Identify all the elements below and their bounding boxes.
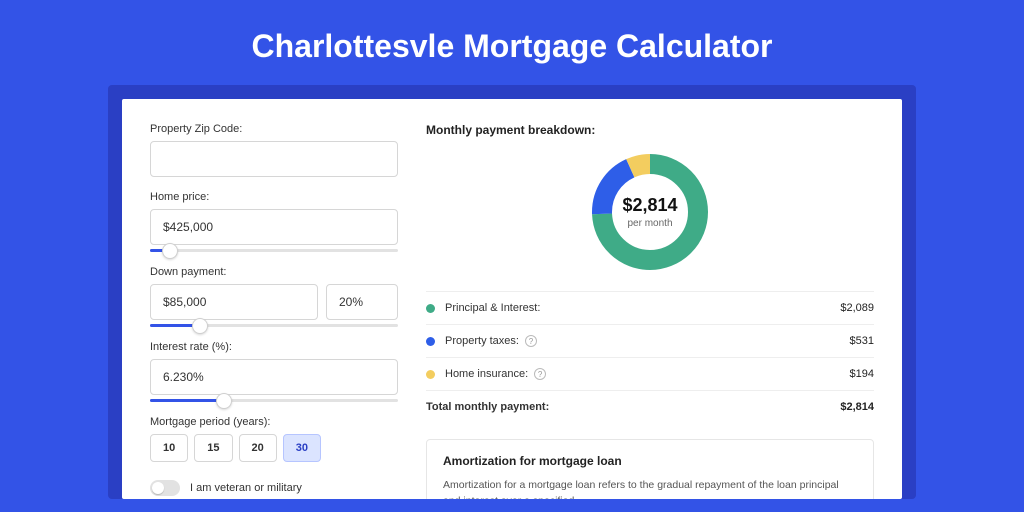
legend-dot bbox=[426, 304, 435, 313]
page-title: Charlottesvle Mortgage Calculator bbox=[0, 0, 1024, 85]
interest-input[interactable] bbox=[150, 359, 398, 395]
legend-total-row: Total monthly payment: $2,814 bbox=[426, 391, 874, 423]
info-icon[interactable]: ? bbox=[525, 335, 537, 347]
legend-label: Home insurance: bbox=[445, 368, 528, 380]
down-payment-slider[interactable] bbox=[150, 324, 398, 327]
legend-value: $194 bbox=[850, 368, 874, 380]
legend-label: Property taxes: bbox=[445, 335, 519, 347]
period-button-10[interactable]: 10 bbox=[150, 434, 188, 462]
period-button-20[interactable]: 20 bbox=[239, 434, 277, 462]
period-buttons: 10152030 bbox=[150, 434, 398, 462]
card-outer: Property Zip Code: Home price: Down paym… bbox=[108, 85, 916, 499]
amortization-text: Amortization for a mortgage loan refers … bbox=[443, 478, 857, 499]
legend-dot bbox=[426, 337, 435, 346]
zip-label: Property Zip Code: bbox=[150, 123, 398, 135]
period-button-15[interactable]: 15 bbox=[194, 434, 232, 462]
total-label: Total monthly payment: bbox=[426, 401, 549, 413]
total-value: $2,814 bbox=[840, 401, 874, 413]
donut-sub: per month bbox=[627, 218, 672, 229]
amortization-section: Amortization for mortgage loan Amortizat… bbox=[426, 439, 874, 499]
donut-value: $2,814 bbox=[622, 195, 677, 216]
breakdown-panel: Monthly payment breakdown: $2,814 per mo… bbox=[426, 123, 874, 499]
veteran-label: I am veteran or military bbox=[190, 482, 302, 494]
down-payment-label: Down payment: bbox=[150, 266, 398, 278]
legend-dot bbox=[426, 370, 435, 379]
legend-label: Principal & Interest: bbox=[445, 302, 540, 314]
amortization-title: Amortization for mortgage loan bbox=[443, 454, 857, 468]
legend-row: Property taxes:? $531 bbox=[426, 325, 874, 358]
interest-slider[interactable] bbox=[150, 399, 398, 402]
info-icon[interactable]: ? bbox=[534, 368, 546, 380]
home-price-label: Home price: bbox=[150, 191, 398, 203]
zip-input[interactable] bbox=[150, 141, 398, 177]
form-panel: Property Zip Code: Home price: Down paym… bbox=[150, 123, 398, 499]
period-button-30[interactable]: 30 bbox=[283, 434, 321, 462]
legend-row: Home insurance:? $194 bbox=[426, 358, 874, 391]
calculator-card: Property Zip Code: Home price: Down paym… bbox=[122, 99, 902, 499]
interest-label: Interest rate (%): bbox=[150, 341, 398, 353]
down-payment-input[interactable] bbox=[150, 284, 318, 320]
legend-value: $531 bbox=[850, 335, 874, 347]
home-price-slider[interactable] bbox=[150, 249, 398, 252]
legend: Principal & Interest: $2,089 Property taxe… bbox=[426, 291, 874, 423]
legend-row: Principal & Interest: $2,089 bbox=[426, 292, 874, 325]
breakdown-title: Monthly payment breakdown: bbox=[426, 123, 874, 137]
down-payment-pct-input[interactable] bbox=[326, 284, 398, 320]
veteran-toggle[interactable] bbox=[150, 480, 180, 496]
legend-value: $2,089 bbox=[840, 302, 874, 314]
home-price-input[interactable] bbox=[150, 209, 398, 245]
donut-chart: $2,814 per month bbox=[426, 147, 874, 277]
period-label: Mortgage period (years): bbox=[150, 416, 398, 428]
